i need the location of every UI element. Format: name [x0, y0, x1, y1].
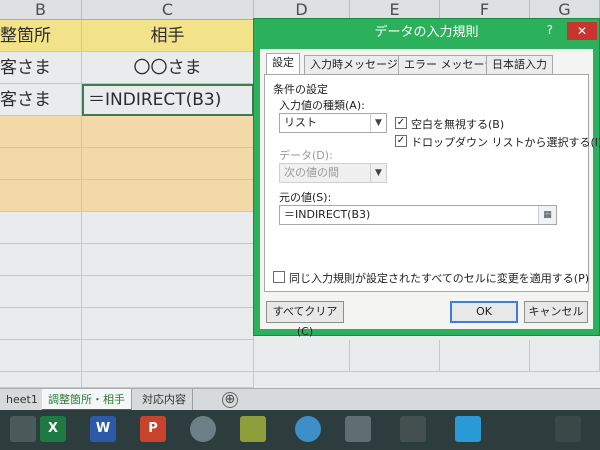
taskbar: X W P: [0, 410, 600, 450]
apply-all-label: 同じ入力規則が設定されたすべてのセルに変更を適用する(P): [289, 272, 590, 285]
column-header-c[interactable]: C: [82, 0, 254, 20]
sheet-tab-bar: heet1 調整箇所・相手 対応内容 ⊕: [0, 388, 600, 411]
apply-all-checkbox[interactable]: [273, 271, 285, 283]
cell-c7[interactable]: [82, 212, 254, 244]
data-select-value: 次の値の間: [284, 166, 339, 179]
tab-input-message[interactable]: 入力時メッセージ: [304, 55, 404, 75]
cell-b8[interactable]: [0, 244, 82, 276]
app-icon-6[interactable]: [295, 416, 321, 442]
cell-c9[interactable]: [82, 276, 254, 308]
ignore-blank-label: 空白を無視する(B): [411, 118, 505, 131]
cell-b3[interactable]: 客さま: [0, 84, 82, 116]
ignore-blank-checkbox[interactable]: ✓: [395, 117, 407, 129]
sheet-tab-3[interactable]: 対応内容: [136, 389, 193, 411]
cell-c1[interactable]: 相手: [82, 20, 254, 52]
tab-ime-mode[interactable]: 日本語入力: [486, 55, 553, 75]
word-icon[interactable]: W: [90, 416, 116, 442]
type-select[interactable]: リスト ▼: [279, 113, 387, 133]
type-label: 入力値の種類(A):: [279, 99, 365, 112]
section-title: 条件の設定: [273, 83, 328, 96]
help-icon[interactable]: ?: [547, 23, 553, 37]
tab-settings[interactable]: 設定: [266, 53, 300, 75]
column-header-b[interactable]: B: [0, 0, 82, 20]
taskbar-app-icon[interactable]: [10, 416, 36, 442]
range-select-icon[interactable]: ▦: [538, 206, 556, 224]
dropdown-checkbox[interactable]: ✓: [395, 135, 407, 147]
keyboard-icon[interactable]: [555, 416, 581, 442]
cell-b12[interactable]: [0, 372, 82, 388]
add-sheet-icon[interactable]: ⊕: [222, 392, 238, 408]
cell-c10[interactable]: [82, 308, 254, 340]
powerpoint-icon[interactable]: P: [140, 416, 166, 442]
dialog-body: 設定 入力時メッセージ エラー メッセージ 日本語入力 条件の設定 入力値の種類…: [260, 49, 600, 338]
chevron-down-icon[interactable]: ▼: [370, 114, 386, 132]
cell-f11[interactable]: [440, 340, 530, 372]
cell-c12[interactable]: [82, 372, 254, 388]
cell-b6[interactable]: [0, 180, 82, 212]
column-header-e[interactable]: E: [350, 0, 440, 20]
cell-b11[interactable]: [0, 340, 82, 372]
cell-c8[interactable]: [82, 244, 254, 276]
type-select-value: リスト: [284, 116, 317, 129]
column-header-d[interactable]: D: [254, 0, 350, 20]
source-label: 元の値(S):: [279, 191, 332, 204]
app-icon-5[interactable]: [240, 416, 266, 442]
cell-c4[interactable]: [82, 116, 254, 148]
data-select: 次の値の間 ▼: [279, 163, 387, 183]
data-label: データ(D):: [279, 149, 333, 162]
cancel-button[interactable]: キャンセル: [524, 301, 588, 323]
cell-b1[interactable]: 整箇所: [0, 20, 82, 52]
sheet-tab-2[interactable]: 調整箇所・相手: [42, 389, 132, 411]
cell-c11[interactable]: [82, 340, 254, 372]
cell-b5[interactable]: [0, 148, 82, 180]
cell-b10[interactable]: [0, 308, 82, 340]
skype-icon[interactable]: [455, 416, 481, 442]
column-header-f[interactable]: F: [440, 0, 530, 20]
settings-panel: 条件の設定 入力値の種類(A): リスト ▼ ✓ 空白を無視する(B) ✓ ドロ…: [264, 74, 600, 292]
cell-b9[interactable]: [0, 276, 82, 308]
clear-all-button[interactable]: すべてクリア(C): [266, 301, 344, 338]
cell-g11[interactable]: [530, 340, 600, 372]
app-icon-7[interactable]: [345, 416, 371, 442]
cell-b7[interactable]: [0, 212, 82, 244]
dropdown-label: ドロップダウン リストから選択する(I): [411, 136, 600, 149]
cell-d11[interactable]: [254, 340, 350, 372]
column-header-g[interactable]: G: [530, 0, 600, 20]
data-validation-dialog: データの入力規則 ? ✕ 設定 入力時メッセージ エラー メッセージ 日本語入力…: [253, 18, 600, 338]
chevron-down-icon: ▼: [370, 164, 386, 182]
excel-icon[interactable]: X: [40, 416, 66, 442]
cell-e11[interactable]: [350, 340, 440, 372]
cell-c3[interactable]: ＝INDIRECT(B3): [82, 84, 254, 116]
sheet-tab-1[interactable]: heet1: [0, 389, 45, 411]
app-icon-8[interactable]: [400, 416, 426, 442]
cell-b2[interactable]: 客さま: [0, 52, 82, 84]
app-icon-4[interactable]: [190, 416, 216, 442]
source-input-value: ＝INDIRECT(B3): [284, 208, 371, 221]
source-input[interactable]: ＝INDIRECT(B3) ▦: [279, 205, 557, 225]
cell-b4[interactable]: [0, 116, 82, 148]
close-icon[interactable]: ✕: [567, 22, 597, 40]
cell-c6[interactable]: [82, 180, 254, 212]
ok-button[interactable]: OK: [450, 301, 518, 323]
cell-c5[interactable]: [82, 148, 254, 180]
cell-c2[interactable]: 〇〇さま: [82, 52, 254, 84]
